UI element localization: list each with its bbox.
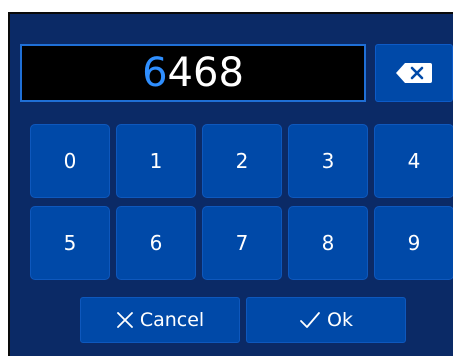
ok-button[interactable]: Ok xyxy=(246,297,406,343)
close-icon xyxy=(116,311,134,329)
key-5[interactable]: 5 xyxy=(30,206,110,280)
key-2-label: 2 xyxy=(235,149,249,173)
ok-label: Ok xyxy=(327,309,353,331)
key-6-label: 6 xyxy=(149,231,163,255)
key-5-label: 5 xyxy=(63,231,77,255)
key-8[interactable]: 8 xyxy=(288,206,368,280)
cancel-label: Cancel xyxy=(139,309,205,331)
key-0-label: 0 xyxy=(63,149,77,173)
key-6[interactable]: 6 xyxy=(116,206,196,280)
keypad-screen: 6 468 0 1 2 3 4 5 6 7 8 9 Cancel Ok xyxy=(8,12,453,356)
key-2[interactable]: 2 xyxy=(202,124,282,198)
key-9[interactable]: 9 xyxy=(374,206,453,280)
key-4-label: 4 xyxy=(407,149,421,173)
checkmark-icon xyxy=(299,311,321,329)
display-rest-digits: 468 xyxy=(167,50,244,96)
key-3[interactable]: 3 xyxy=(288,124,368,198)
key-4[interactable]: 4 xyxy=(374,124,453,198)
key-9-label: 9 xyxy=(407,231,421,255)
key-1-label: 1 xyxy=(149,149,163,173)
key-7[interactable]: 7 xyxy=(202,206,282,280)
backspace-button[interactable] xyxy=(375,44,453,102)
key-8-label: 8 xyxy=(321,231,335,255)
key-3-label: 3 xyxy=(321,149,335,173)
key-7-label: 7 xyxy=(235,231,249,255)
pin-display: 6 468 xyxy=(20,44,366,102)
key-0[interactable]: 0 xyxy=(30,124,110,198)
backspace-icon xyxy=(395,62,433,84)
keypad-window: 6 468 0 1 2 3 4 5 6 7 8 9 Cancel Ok xyxy=(0,0,453,356)
cancel-button[interactable]: Cancel xyxy=(80,297,240,343)
display-first-digit: 6 xyxy=(142,50,168,96)
key-1[interactable]: 1 xyxy=(116,124,196,198)
